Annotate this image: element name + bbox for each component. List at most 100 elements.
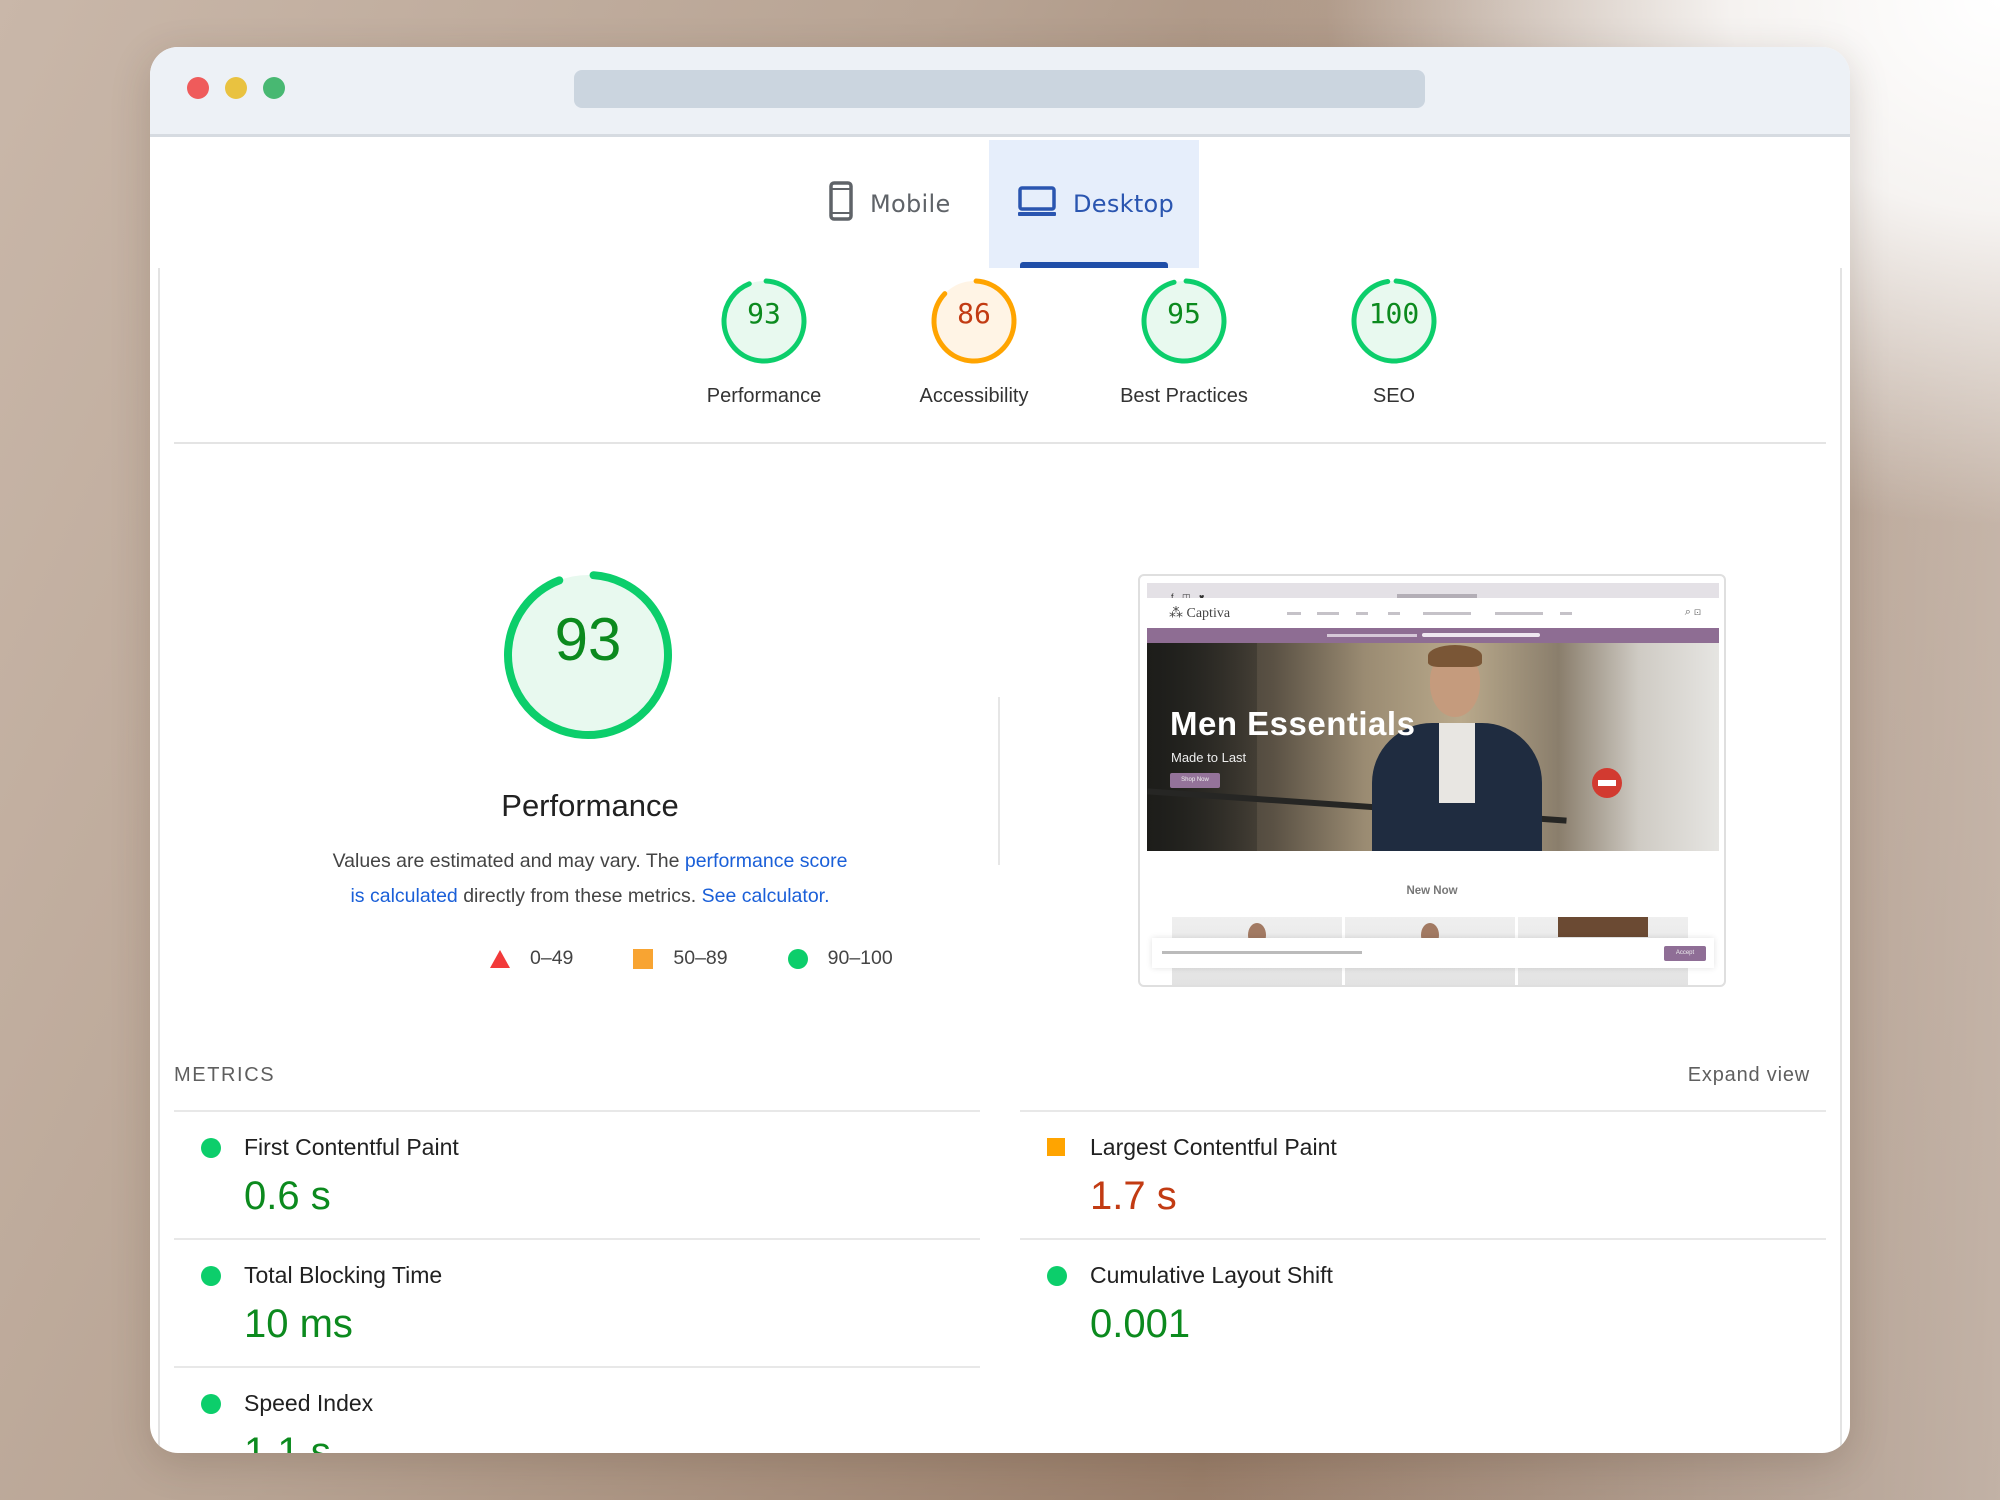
gauge-label: Best Practices	[1120, 385, 1248, 407]
legend-average: 50–89	[633, 947, 728, 970]
hero-subtitle: Made to Last	[1171, 750, 1247, 765]
tab-label: Mobile	[870, 190, 951, 218]
search-cart-icons: ⌕ ⊡	[1684, 606, 1701, 618]
phone-icon	[828, 181, 854, 227]
gauge-score: 93	[747, 297, 781, 330]
address-bar[interactable]	[574, 70, 1425, 108]
metric-name: First Contentful Paint	[244, 1134, 459, 1160]
nav-item	[1423, 612, 1471, 615]
desc-text: Values are estimated and may vary. The	[332, 850, 685, 872]
metrics-column-right: Largest Contentful Paint 1.7 s Cumulativ…	[1020, 1110, 1826, 1366]
gauge-label: SEO	[1372, 385, 1416, 407]
score-legend: 0–49 50–89 90–100	[490, 947, 953, 970]
site-nav: ⁂ Captiva ⌕ ⊡	[1147, 598, 1719, 628]
hero-shade	[1147, 643, 1257, 851]
close-window-button[interactable]	[187, 77, 209, 99]
circle-icon	[201, 1266, 221, 1286]
device-tabs: Mobile Desktop	[150, 140, 1850, 268]
gauge-best-practices[interactable]: 95 Best Practices	[1104, 275, 1264, 408]
metric-name: Largest Contentful Paint	[1090, 1134, 1337, 1160]
metric-name: Total Blocking Time	[244, 1262, 443, 1288]
legend-fail: 0–49	[490, 947, 573, 970]
metric-fcp: First Contentful Paint 0.6 s	[174, 1110, 980, 1238]
gauge-label: Performance	[706, 385, 822, 407]
scrollbar-track[interactable]	[1840, 268, 1842, 1453]
divider	[174, 442, 1826, 444]
gauge-accessibility[interactable]: 86 Accessibility	[894, 275, 1054, 408]
square-icon	[1047, 1138, 1065, 1156]
site-topbar: f ◫ ♥	[1147, 583, 1719, 602]
vertical-divider	[998, 697, 1000, 865]
metric-value: 1.7 s	[1090, 1174, 1177, 1218]
gauge-score: 95	[1167, 297, 1201, 330]
gauge-label: Accessibility	[919, 385, 1029, 407]
hero-title: Men Essentials	[1170, 705, 1416, 742]
performance-score: 93	[554, 606, 622, 673]
legend-range: 0–49	[530, 947, 574, 969]
nav-item	[1495, 612, 1543, 615]
cookie-text	[1162, 951, 1362, 954]
hero-button: Shop Now	[1170, 773, 1220, 788]
performance-gauge-large: 93	[468, 545, 708, 765]
metric-value: 0.6 s	[244, 1174, 331, 1218]
tab-desktop[interactable]: Desktop	[989, 140, 1199, 268]
metrics-header: METRICS	[174, 1064, 276, 1086]
minimize-window-button[interactable]	[225, 77, 247, 99]
nav-item	[1287, 612, 1301, 615]
expand-view-button[interactable]: Expand view	[1688, 1064, 1810, 1087]
nav-item	[1317, 612, 1339, 615]
metric-name: Speed Index	[244, 1390, 374, 1416]
metrics-column-left: First Contentful Paint 0.6 s Total Block…	[174, 1110, 980, 1453]
metric-value: 10 ms	[244, 1302, 353, 1346]
legend-pass: 90–100	[787, 947, 893, 970]
see-calculator-link[interactable]: See calculator.	[702, 885, 830, 907]
browser-window: Mobile Desktop 93 Performance 86 Accessi…	[150, 47, 1850, 1453]
legend-range: 50–89	[673, 947, 728, 969]
circle-icon	[201, 1394, 221, 1414]
cookie-accept-button: Accept	[1664, 946, 1706, 961]
category-scores: 93 Performance 86 Accessibility 95 Best …	[150, 275, 1850, 425]
performance-description: Values are estimated and may vary. The p…	[330, 844, 850, 914]
circle-icon	[201, 1138, 221, 1158]
circle-icon	[787, 948, 808, 969]
tab-label: Desktop	[1073, 190, 1175, 218]
metric-cls: Cumulative Layout Shift 0.001	[1020, 1238, 1826, 1366]
shipping-banner	[1147, 628, 1719, 643]
tab-mobile[interactable]: Mobile	[800, 140, 979, 268]
brand-name: Captiva	[1186, 606, 1231, 621]
hero-banner: Men Essentials Made to Last Shop Now	[1147, 643, 1719, 851]
metric-lcp: Largest Contentful Paint 1.7 s	[1020, 1110, 1826, 1238]
laptop-icon	[1017, 185, 1057, 223]
maximize-window-button[interactable]	[263, 77, 285, 99]
product-image	[1558, 917, 1648, 937]
site-logo: ⁂ Captiva	[1169, 606, 1231, 621]
title-bar	[150, 47, 1850, 137]
street-sign	[1592, 768, 1622, 798]
cookie-banner: Accept	[1152, 938, 1714, 968]
metric-value: 1.1 s	[244, 1430, 331, 1453]
hero-model-hair	[1428, 645, 1482, 667]
shipping-progress	[1422, 633, 1540, 637]
nav-item	[1388, 612, 1400, 615]
legend-range: 90–100	[827, 947, 893, 969]
hero-model-shirt	[1439, 723, 1475, 803]
nav-item	[1560, 612, 1572, 615]
metric-name: Cumulative Layout Shift	[1090, 1262, 1333, 1288]
gauge-score: 86	[957, 297, 991, 330]
active-tab-indicator	[1020, 262, 1168, 268]
metric-si: Speed Index 1.1 s	[174, 1366, 980, 1453]
metric-tbt: Total Blocking Time 10 ms	[174, 1238, 980, 1366]
final-screenshot[interactable]: f ◫ ♥ ⁂ Captiva ⌕ ⊡ Men Essentials Made …	[1138, 574, 1726, 987]
performance-title: Performance	[501, 788, 679, 823]
triangle-icon	[490, 949, 510, 968]
shipping-text	[1327, 634, 1417, 637]
section-title: New Now	[1406, 885, 1458, 897]
desc-text: directly from these metrics.	[457, 885, 702, 907]
square-icon	[633, 948, 654, 969]
circle-icon	[1047, 1266, 1067, 1286]
gauge-score: 100	[1368, 297, 1420, 330]
gauge-seo[interactable]: 100 SEO	[1314, 275, 1474, 408]
nav-item	[1356, 612, 1368, 615]
frame-border	[158, 268, 160, 1453]
gauge-performance[interactable]: 93 Performance	[684, 275, 844, 408]
